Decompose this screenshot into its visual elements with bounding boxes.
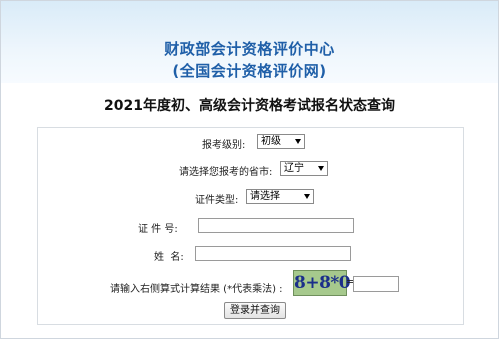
id-number-input[interactable] bbox=[198, 218, 354, 233]
org-name: 财政部会计资格评价中心 bbox=[164, 40, 335, 58]
id-type-select[interactable]: 请选择 bbox=[246, 189, 314, 204]
org-site-name: (全国会计资格评价网) bbox=[172, 62, 327, 80]
id-number-row: 证 件 号: bbox=[38, 214, 462, 240]
page-title: 2021年度初、高级会计资格考试报名状态查询 bbox=[104, 98, 395, 114]
level-label: 报考级别: bbox=[202, 140, 246, 151]
id-type-label: 证件类型: bbox=[195, 195, 239, 206]
province-row: 请选择您报考的省市: 辽宁 bbox=[38, 157, 462, 183]
id-type-select-value: 请选择 bbox=[250, 191, 280, 202]
name-row: 姓 名: bbox=[38, 242, 462, 268]
level-select-value: 初级 bbox=[261, 136, 281, 147]
level-row: 报考级别: 初级 bbox=[38, 130, 462, 156]
dropdown-arrow-icon bbox=[295, 139, 301, 144]
name-input[interactable] bbox=[195, 246, 351, 261]
level-select[interactable]: 初级 bbox=[257, 134, 305, 149]
login-query-button[interactable]: 登录并查询 bbox=[224, 302, 286, 319]
name-label: 姓 名: bbox=[154, 252, 184, 263]
dropdown-arrow-icon bbox=[304, 194, 310, 199]
id-number-label: 证 件 号: bbox=[138, 224, 178, 235]
dropdown-arrow-icon bbox=[318, 166, 324, 171]
captcha-answer-input[interactable] bbox=[353, 276, 399, 292]
province-select[interactable]: 辽宁 bbox=[280, 161, 328, 176]
province-label: 请选择您报考的省市: bbox=[179, 167, 273, 178]
captcha-image[interactable]: 8+8*0 bbox=[293, 270, 351, 296]
province-select-value: 辽宁 bbox=[284, 163, 304, 174]
id-type-row: 证件类型: 请选择 bbox=[38, 185, 462, 211]
captcha-label: 请输入右侧算式计算结果 (*代表乘法) : bbox=[110, 284, 283, 295]
